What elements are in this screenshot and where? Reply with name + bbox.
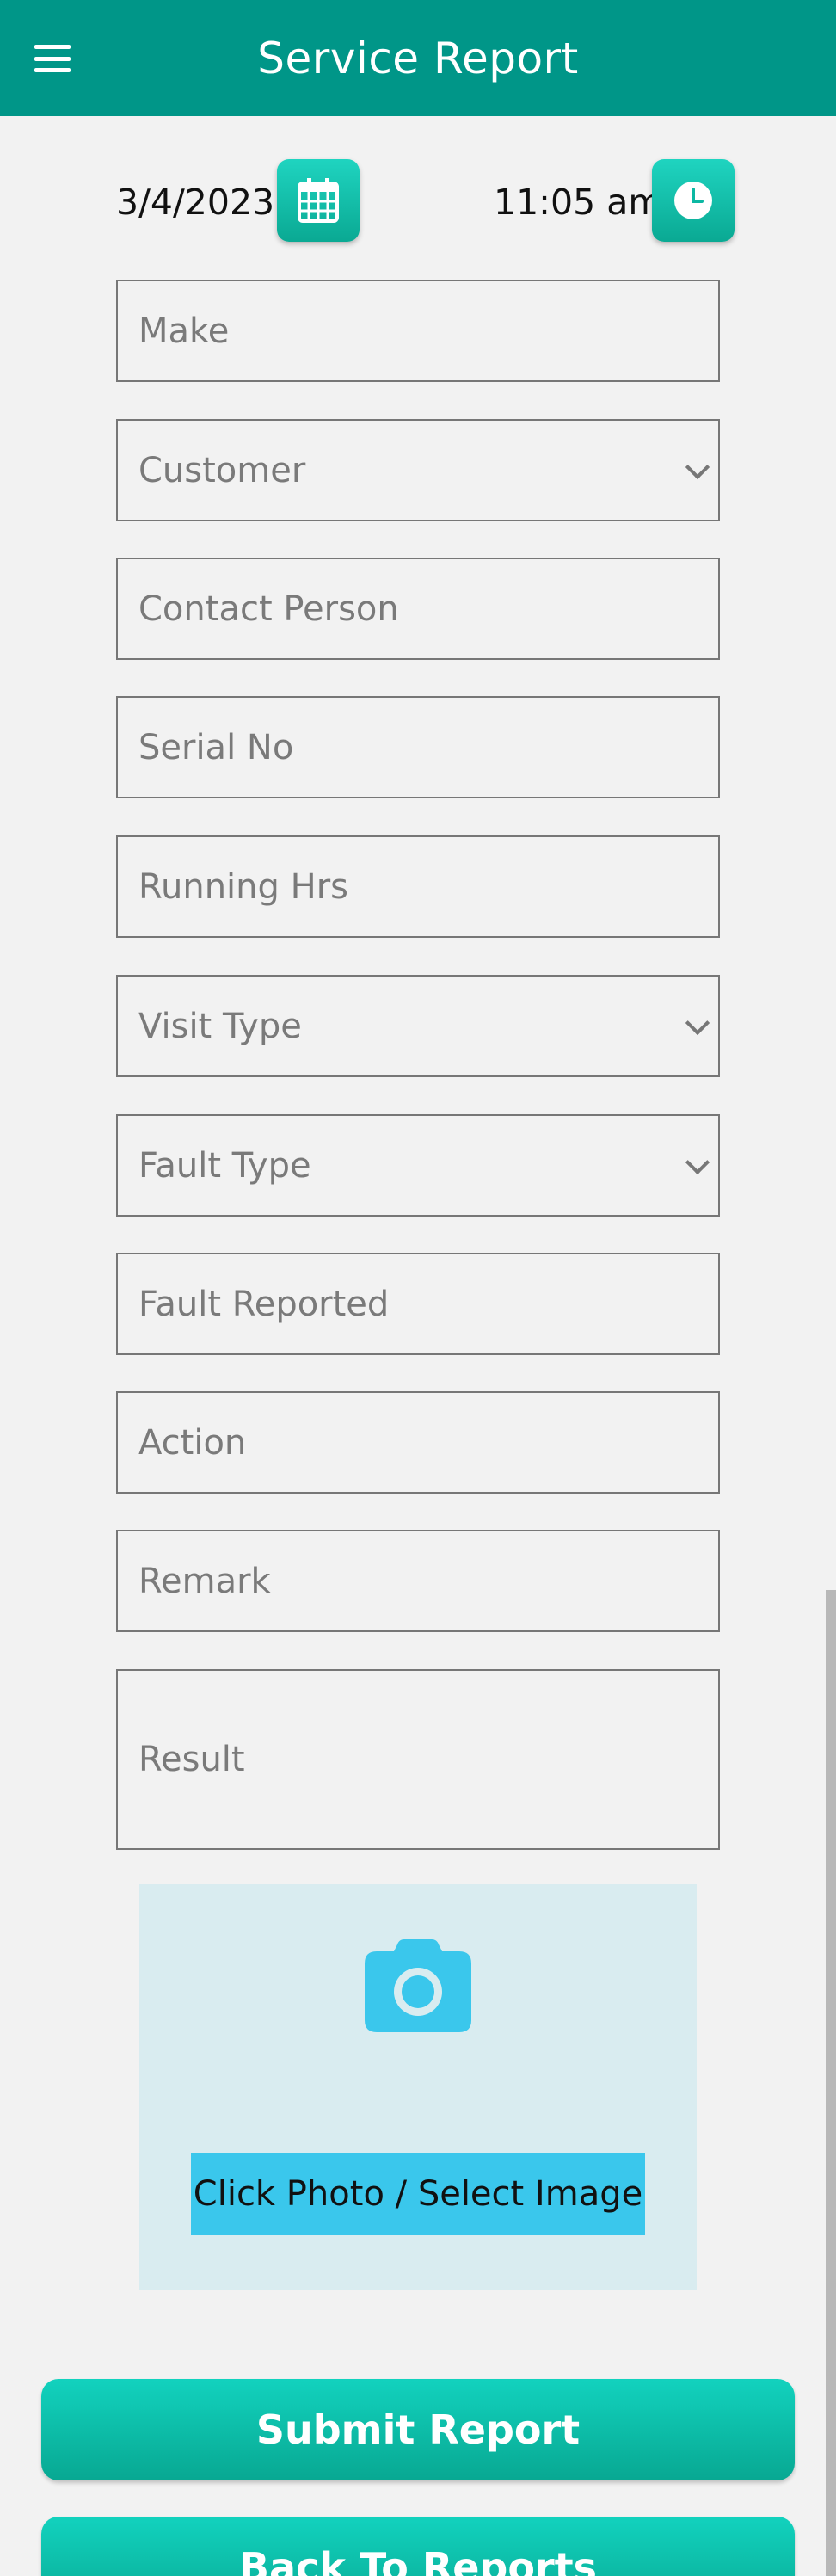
scrollbar[interactable] (826, 1590, 836, 2576)
visit-type-select[interactable]: Visit Type (116, 975, 720, 1077)
fault-type-select[interactable]: Fault Type (116, 1114, 720, 1217)
calendar-icon (298, 178, 339, 223)
chevron-down-icon (685, 454, 710, 479)
contact-person-input[interactable]: Contact Person (116, 558, 720, 660)
remark-input[interactable]: Remark (116, 1530, 720, 1632)
fault-type-select-label: Fault Type (138, 1145, 311, 1186)
page-title: Service Report (257, 33, 579, 83)
app-bar: Service Report (0, 0, 836, 116)
time-value: 11:05 am (494, 182, 663, 223)
make-input[interactable]: Make (116, 280, 720, 382)
back-to-reports-button[interactable]: Back To Reports (41, 2517, 795, 2576)
chevron-down-icon (685, 1010, 710, 1035)
visit-type-select-label: Visit Type (138, 1006, 302, 1046)
fault-reported-input[interactable]: Fault Reported (116, 1253, 720, 1355)
select-image-button[interactable]: Click Photo / Select Image (191, 2153, 645, 2235)
action-input[interactable]: Action (116, 1391, 720, 1494)
submit-report-button[interactable]: Submit Report (41, 2379, 795, 2480)
customer-select-label: Customer (138, 450, 306, 490)
date-value: 3/4/2023 (116, 182, 275, 223)
running-hrs-input[interactable]: Running Hrs (116, 835, 720, 938)
customer-select[interactable]: Customer (116, 419, 720, 521)
date-time-row: 3/4/2023 11:05 am (0, 157, 836, 243)
chevron-down-icon (685, 1149, 710, 1174)
result-textarea[interactable]: Result (116, 1669, 720, 1850)
photo-upload-area[interactable]: Click Photo / Select Image (139, 1884, 697, 2290)
clock-button[interactable] (652, 159, 735, 242)
hamburger-menu-icon[interactable] (33, 41, 72, 76)
calendar-button[interactable] (277, 159, 360, 242)
serial-no-input[interactable]: Serial No (116, 696, 720, 798)
camera-icon (365, 1939, 471, 2032)
clock-icon (674, 182, 712, 219)
